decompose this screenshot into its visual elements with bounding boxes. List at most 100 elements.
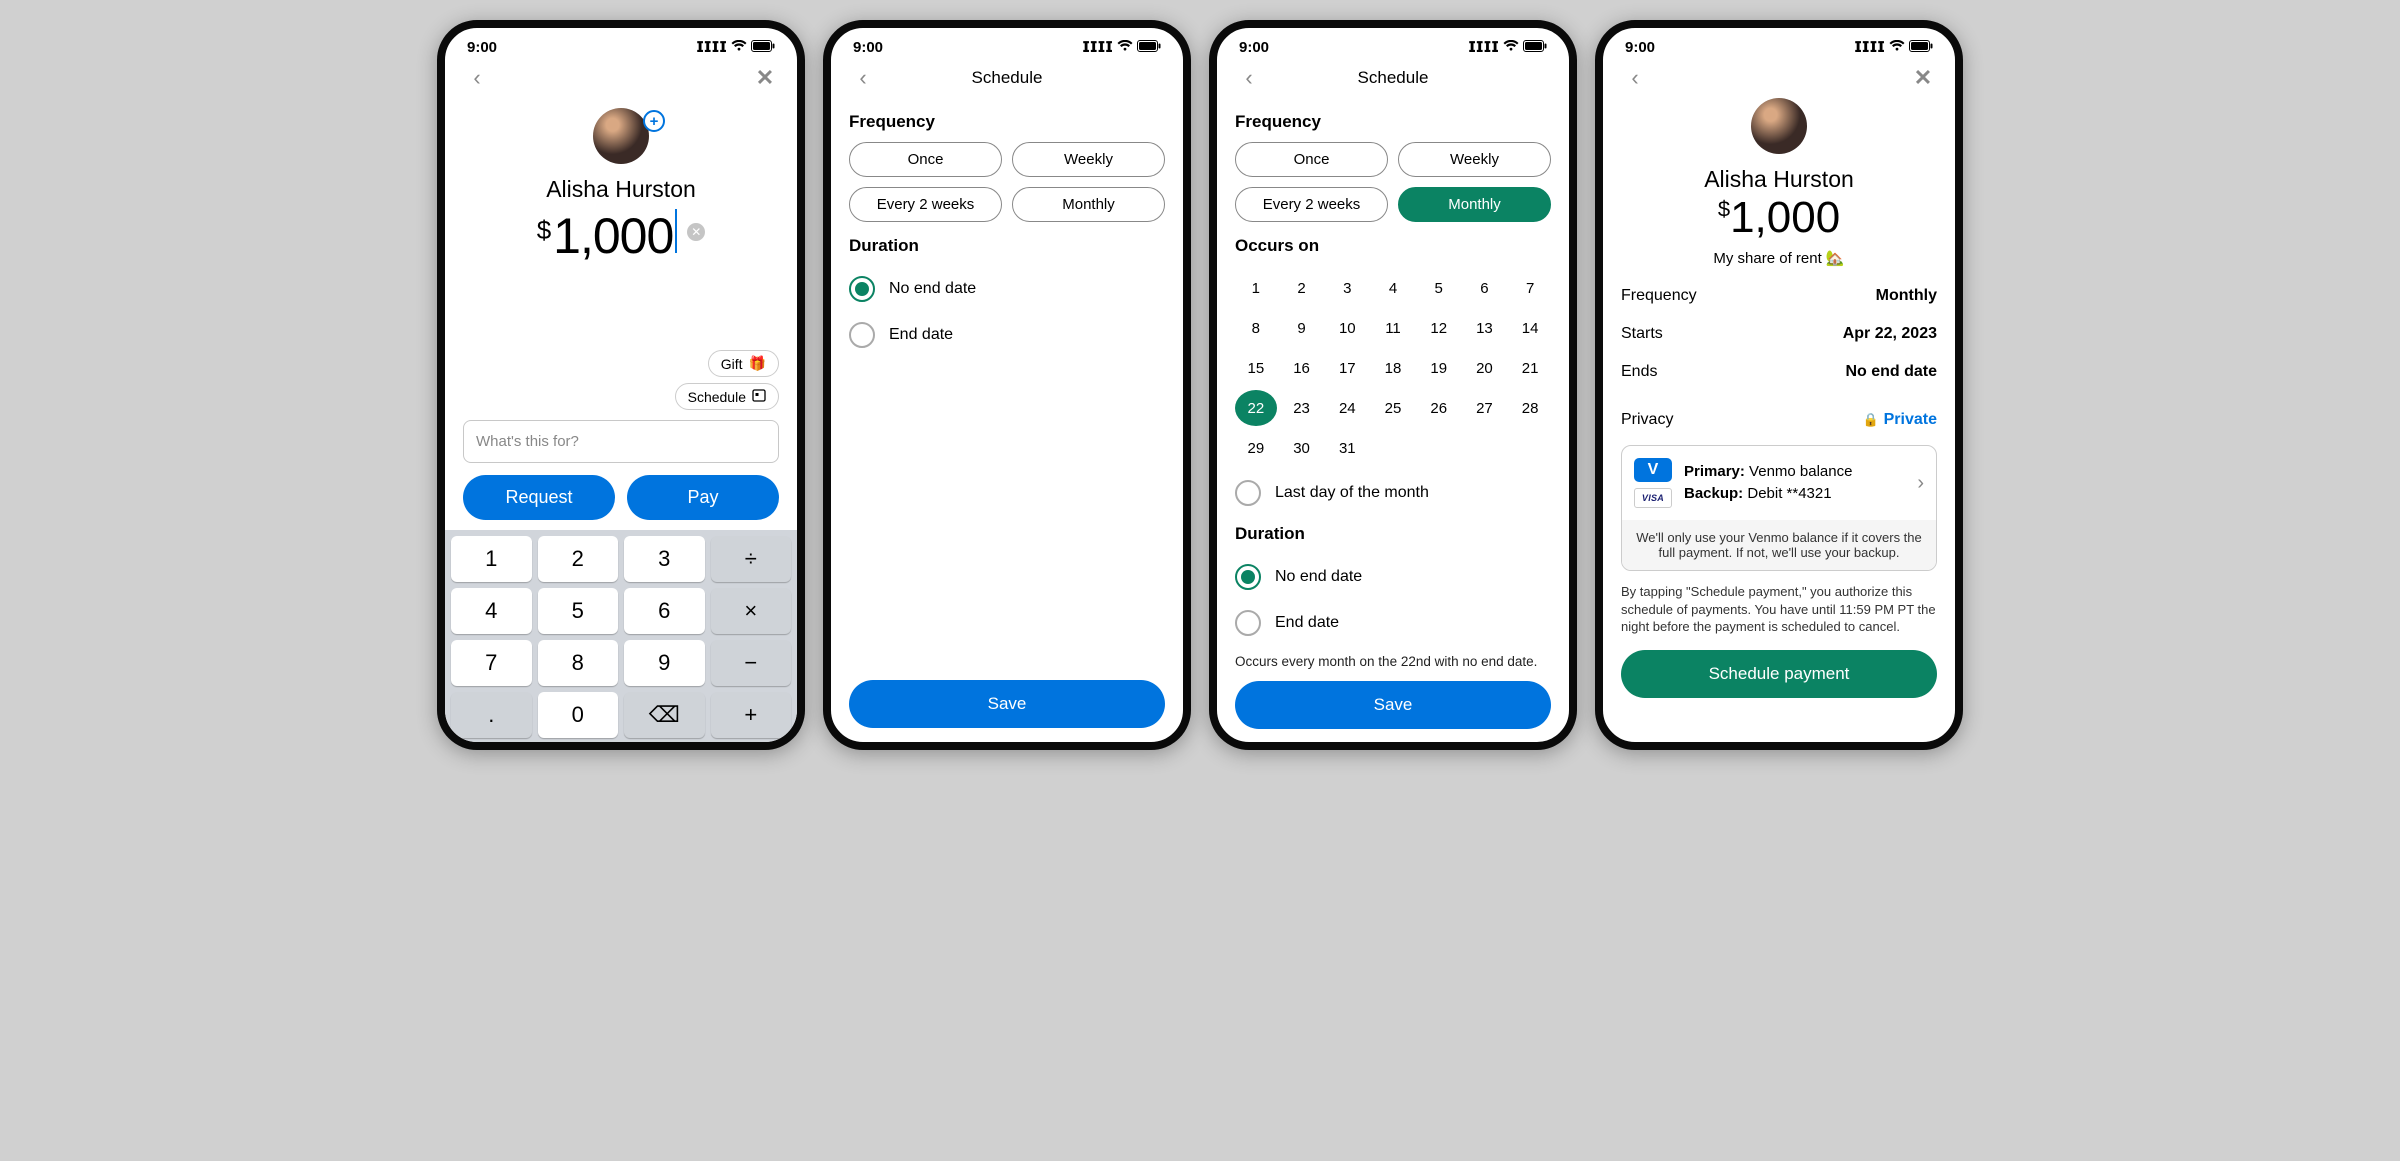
battery-icon bbox=[751, 39, 775, 56]
calendar-day-23[interactable]: 23 bbox=[1281, 390, 1323, 426]
clear-amount-button[interactable]: ✕ bbox=[687, 223, 705, 241]
freq-once[interactable]: Once bbox=[1235, 142, 1388, 177]
calendar-day-4[interactable]: 4 bbox=[1372, 270, 1414, 306]
freq-monthly[interactable]: Monthly bbox=[1398, 187, 1551, 222]
key-1[interactable]: 1 bbox=[451, 536, 532, 582]
freq-biweekly[interactable]: Every 2 weeks bbox=[1235, 187, 1388, 222]
recipient-block: + Alisha Hurston bbox=[463, 108, 779, 203]
calendar-day-15[interactable]: 15 bbox=[1235, 350, 1277, 386]
calendar-day-5[interactable]: 5 bbox=[1418, 270, 1460, 306]
close-button[interactable]: ✕ bbox=[1909, 64, 1937, 92]
close-button[interactable]: ✕ bbox=[751, 64, 779, 92]
schedule-chip[interactable]: Schedule bbox=[675, 383, 779, 410]
last-day-option[interactable]: Last day of the month bbox=[1235, 466, 1551, 510]
calendar-day-24[interactable]: 24 bbox=[1326, 390, 1368, 426]
duration-no-end[interactable]: No end date bbox=[1235, 554, 1551, 600]
back-button[interactable]: ‹ bbox=[1235, 64, 1263, 92]
wifi-icon bbox=[1117, 39, 1133, 56]
payment-method-selector[interactable]: V VISA Primary: Venmo balance Backup: De… bbox=[1622, 446, 1936, 520]
calendar-day-17[interactable]: 17 bbox=[1326, 350, 1368, 386]
key-multiply[interactable]: × bbox=[711, 588, 792, 634]
key-2[interactable]: 2 bbox=[538, 536, 619, 582]
calendar-day-20[interactable]: 20 bbox=[1464, 350, 1506, 386]
key-4[interactable]: 4 bbox=[451, 588, 532, 634]
calendar-day-2[interactable]: 2 bbox=[1281, 270, 1323, 306]
calendar-day-7[interactable]: 7 bbox=[1509, 270, 1551, 306]
calendar-day-22[interactable]: 22 bbox=[1235, 390, 1277, 426]
backup-label: Backup: bbox=[1684, 485, 1743, 502]
schedule-payment-button[interactable]: Schedule payment bbox=[1621, 650, 1937, 698]
occurs-on-title: Occurs on bbox=[1235, 236, 1551, 256]
key-plus[interactable]: + bbox=[711, 692, 792, 738]
frequency-title: Frequency bbox=[1235, 112, 1551, 132]
save-button[interactable]: Save bbox=[849, 680, 1165, 728]
gift-chip[interactable]: Gift 🎁 bbox=[708, 350, 779, 377]
calendar-day-8[interactable]: 8 bbox=[1235, 310, 1277, 346]
row-ends: Ends No end date bbox=[1621, 353, 1937, 391]
status-bar: 9:00 𝗜𝗜𝗜𝗜 bbox=[1217, 28, 1569, 60]
key-minus[interactable]: − bbox=[711, 640, 792, 686]
calendar-day-30[interactable]: 30 bbox=[1281, 430, 1323, 466]
key-5[interactable]: 5 bbox=[538, 588, 619, 634]
calendar-day-29[interactable]: 29 bbox=[1235, 430, 1277, 466]
save-button[interactable]: Save bbox=[1235, 681, 1551, 729]
pay-button[interactable]: Pay bbox=[627, 475, 779, 520]
payment-icons: V VISA bbox=[1634, 458, 1672, 508]
calendar-day-9[interactable]: 9 bbox=[1281, 310, 1323, 346]
key-0[interactable]: 0 bbox=[538, 692, 619, 738]
back-button[interactable]: ‹ bbox=[463, 64, 491, 92]
calendar-day-25[interactable]: 25 bbox=[1372, 390, 1414, 426]
duration-end-date[interactable]: End date bbox=[849, 312, 1165, 358]
row-privacy[interactable]: Privacy 🔒 Private bbox=[1621, 401, 1937, 439]
request-button[interactable]: Request bbox=[463, 475, 615, 520]
lock-icon: 🔒 bbox=[1862, 412, 1878, 428]
key-divide[interactable]: ÷ bbox=[711, 536, 792, 582]
key-9[interactable]: 9 bbox=[624, 640, 705, 686]
radio-unselected-icon bbox=[1235, 480, 1261, 506]
calendar-day-12[interactable]: 12 bbox=[1418, 310, 1460, 346]
key-3[interactable]: 3 bbox=[624, 536, 705, 582]
duration-no-end[interactable]: No end date bbox=[849, 266, 1165, 312]
key-decimal[interactable]: . bbox=[451, 692, 532, 738]
back-button[interactable]: ‹ bbox=[1621, 64, 1649, 92]
calendar-day-31[interactable]: 31 bbox=[1326, 430, 1368, 466]
calendar-day-19[interactable]: 19 bbox=[1418, 350, 1460, 386]
calendar-day-10[interactable]: 10 bbox=[1326, 310, 1368, 346]
calendar-day-1[interactable]: 1 bbox=[1235, 270, 1277, 306]
calendar-day-11[interactable]: 11 bbox=[1372, 310, 1414, 346]
amount-display[interactable]: $ 1,000 ✕ bbox=[463, 207, 779, 265]
payment-method-card: V VISA Primary: Venmo balance Backup: De… bbox=[1621, 445, 1937, 571]
calendar-day-3[interactable]: 3 bbox=[1326, 270, 1368, 306]
key-7[interactable]: 7 bbox=[451, 640, 532, 686]
radio-selected-icon bbox=[849, 276, 875, 302]
calendar-day-26[interactable]: 26 bbox=[1418, 390, 1460, 426]
freq-weekly[interactable]: Weekly bbox=[1398, 142, 1551, 177]
status-indicators: 𝗜𝗜𝗜𝗜 bbox=[1854, 38, 1933, 56]
calendar-day-13[interactable]: 13 bbox=[1464, 310, 1506, 346]
freq-monthly[interactable]: Monthly bbox=[1012, 187, 1165, 222]
calendar-day-16[interactable]: 16 bbox=[1281, 350, 1323, 386]
calendar-day-18[interactable]: 18 bbox=[1372, 350, 1414, 386]
back-button[interactable]: ‹ bbox=[849, 64, 877, 92]
add-recipient-button[interactable]: + bbox=[643, 110, 665, 132]
frequency-options: Once Weekly Every 2 weeks Monthly bbox=[1235, 142, 1551, 222]
payment-method-lines: Primary: Venmo balance Backup: Debit **4… bbox=[1684, 461, 1905, 506]
no-end-label: No end date bbox=[1275, 568, 1362, 586]
amount-value: 1,000 bbox=[1730, 193, 1840, 242]
key-6[interactable]: 6 bbox=[624, 588, 705, 634]
calendar-day-6[interactable]: 6 bbox=[1464, 270, 1506, 306]
key-8[interactable]: 8 bbox=[538, 640, 619, 686]
calendar-day-27[interactable]: 27 bbox=[1464, 390, 1506, 426]
duration-end-date[interactable]: End date bbox=[1235, 600, 1551, 646]
note-input[interactable]: What's this for? bbox=[463, 420, 779, 463]
freq-weekly[interactable]: Weekly bbox=[1012, 142, 1165, 177]
avatar[interactable] bbox=[593, 108, 649, 164]
calendar-day-14[interactable]: 14 bbox=[1509, 310, 1551, 346]
freq-once[interactable]: Once bbox=[849, 142, 1002, 177]
key-backspace[interactable]: ⌫ bbox=[624, 692, 705, 738]
calendar-day-28[interactable]: 28 bbox=[1509, 390, 1551, 426]
calendar-day-21[interactable]: 21 bbox=[1509, 350, 1551, 386]
nav-bar: ‹ Schedule bbox=[831, 60, 1183, 98]
signal-icon: 𝗜𝗜𝗜𝗜 bbox=[696, 38, 727, 56]
freq-biweekly[interactable]: Every 2 weeks bbox=[849, 187, 1002, 222]
